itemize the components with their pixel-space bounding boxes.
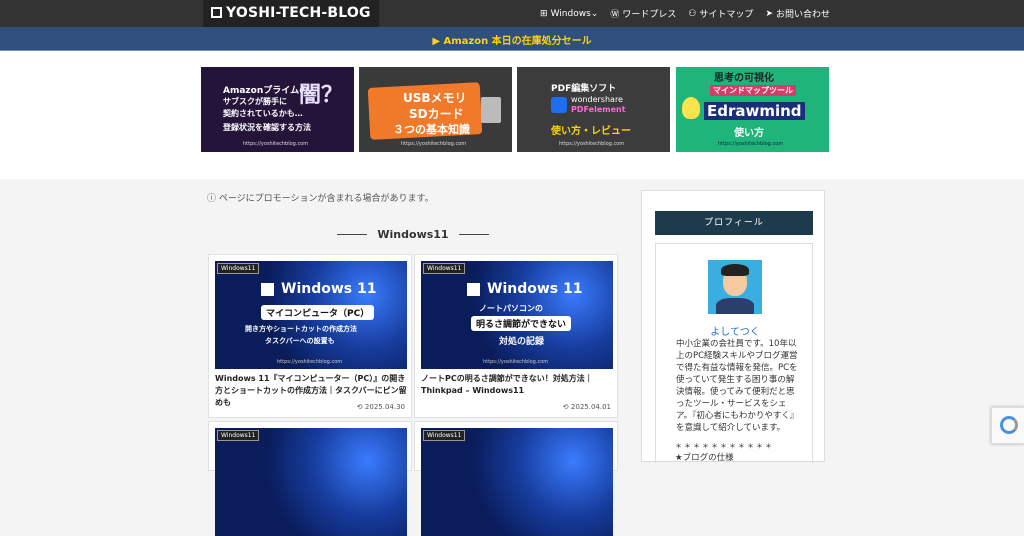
banner-pdfelement[interactable]: PDF編集ソフト wondershare PDFelement 使い方・レビュー…: [517, 67, 670, 152]
profile-bio: 中小企業の会社員です。10年以上のPC経験スキルやブログ運営で得た有益な情報を発…: [676, 339, 799, 433]
nav-wordpress[interactable]: Ⓦ ワードプレス: [610, 7, 676, 20]
category-tag: Windows11: [217, 430, 260, 441]
windows-icon: ⊞: [540, 8, 548, 19]
nav-contact[interactable]: ➤ お問い合わせ: [765, 7, 830, 21]
banner-usb-sd[interactable]: USBメモリ SDカード ３つの基本知識 https://yoshitechbl…: [359, 67, 512, 152]
title-line-right: [458, 234, 489, 235]
windows-bloom-graphic: [461, 261, 613, 369]
banner-amazon-prime[interactable]: Amazonプライムの サブスクが勝手に 契約されているかも… 登録状況を確認す…: [201, 67, 354, 152]
site-logo[interactable]: YOSHI-TECH-BLOG: [203, 0, 379, 27]
article-card[interactable]: Windows11: [414, 421, 618, 536]
sitemap-icon: ⚇: [688, 8, 697, 19]
article-title[interactable]: ノートPCの明るさ調節ができない！対処方法｜Thinkpad – Windows…: [421, 373, 613, 397]
nav-sitemap[interactable]: ⚇ サイトマップ: [688, 7, 753, 21]
main-content: ⓘ ページにプロモーションが含まれる場合があります。 Windows11 Win…: [201, 179, 625, 536]
article-card[interactable]: Windows11 Windows 11 マイコンピュータ（PC） 開き方やショ…: [208, 254, 412, 418]
sidebar: プロフィール よしてつく 中小企業の会社員です。10年以上のPC経験スキルやブロ…: [641, 190, 825, 463]
logo-text: YOSHI-TECH-BLOG: [226, 5, 371, 21]
windows-logo-icon: [467, 283, 480, 296]
profile-stars-divider: ＊＊＊＊＊＊＊＊＊＊＊: [675, 442, 774, 450]
windows-bloom-graphic: [255, 428, 407, 536]
recaptcha-badge[interactable]: [991, 407, 1024, 444]
windows-logo-icon: [261, 283, 274, 296]
recaptcha-icon: [1000, 416, 1018, 434]
clock-icon: ⟲: [562, 403, 569, 411]
article-card[interactable]: Windows11: [208, 421, 412, 536]
article-card[interactable]: Windows11 Windows 11 ノートパソコンの 明るさ調節ができない…: [414, 254, 618, 418]
windows-bloom-graphic: [461, 428, 613, 536]
sd-card-icon: [481, 97, 501, 123]
article-date: ⟲ 2025.04.30: [356, 403, 405, 411]
article-thumbnail[interactable]: Windows11 Windows 11 ノートパソコンの 明るさ調節ができない…: [421, 261, 613, 369]
article-thumbnail[interactable]: Windows11 Windows 11 マイコンピュータ（PC） 開き方やショ…: [215, 261, 407, 369]
main-nav: ⊞ Windows⌄ Ⓦ ワードプレス ⚇ サイトマップ ➤ お問い合わせ: [540, 0, 830, 27]
avatar-suit: [716, 298, 754, 314]
category-tag: Windows11: [217, 263, 260, 274]
title-line-left: [337, 234, 368, 235]
paper-plane-icon: ➤: [765, 8, 773, 19]
banner-edrawmind[interactable]: 思考の可視化 マインドマップツール Edrawmind 使い方 https://…: [676, 67, 829, 152]
article-date: ⟲ 2025.04.01: [562, 403, 611, 411]
clock-icon: ⟲: [356, 403, 363, 411]
promo-link[interactable]: ▶ Amazon 本日の在庫処分セール: [432, 36, 591, 47]
site-header: YOSHI-TECH-BLOG ⊞ Windows⌄ Ⓦ ワードプレス ⚇ サイトマッ…: [0, 0, 1024, 27]
nav-windows[interactable]: ⊞ Windows⌄: [540, 9, 598, 19]
profile-heading: プロフィール: [655, 211, 813, 235]
section-title: Windows11: [201, 228, 625, 241]
article-thumbnail[interactable]: Windows11: [215, 428, 407, 536]
lightbulb-icon: [682, 97, 700, 119]
avatar-hair: [721, 264, 749, 276]
category-tag: Windows11: [423, 430, 466, 441]
article-thumbnail[interactable]: Windows11: [421, 428, 613, 536]
category-tag: Windows11: [423, 263, 466, 274]
logo-icon: [211, 7, 222, 18]
avatar: [708, 260, 762, 314]
promotion-notice: ⓘ ページにプロモーションが含まれる場合があります。: [207, 194, 434, 204]
promo-bar: ▶ Amazon 本日の在庫処分セール: [0, 27, 1024, 51]
profile-box: よしてつく 中小企業の会社員です。10年以上のPC経験スキルやブログ運営で得た有…: [655, 243, 813, 463]
pdfelement-logo-icon: [551, 97, 567, 113]
profile-list-item: ★ブログの仕様: [675, 453, 734, 463]
profile-name-link[interactable]: よしてつく: [656, 323, 814, 338]
banner-area: Amazonプライムの サブスクが勝手に 契約されているかも… 登録状況を確認す…: [0, 51, 1024, 179]
wordpress-icon: Ⓦ: [610, 10, 620, 20]
